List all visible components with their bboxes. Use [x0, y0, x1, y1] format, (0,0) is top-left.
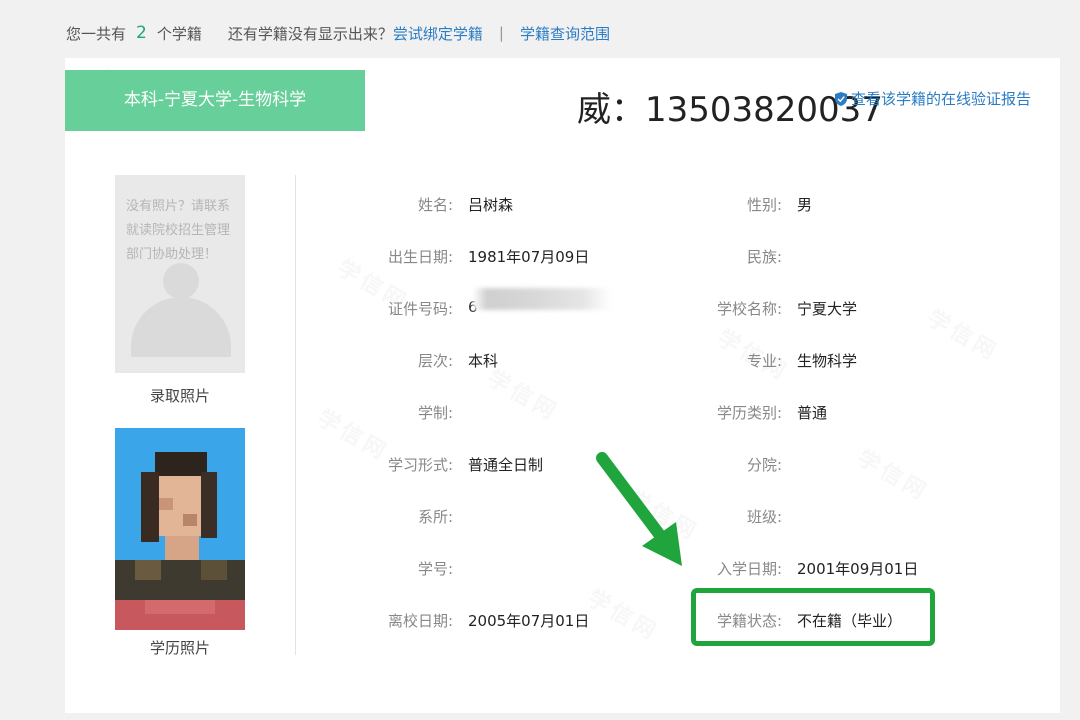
record-count-bar: 您一共有 2 个学籍 还有学籍没有显示出来？ 尝试绑定学籍 | 学籍查询范围	[66, 20, 610, 46]
admission-photo-caption: 录取照片	[149, 387, 210, 405]
watermark: 学信网	[922, 305, 1003, 367]
degree-type-value: 普通	[797, 404, 828, 422]
level-label: 层次:	[417, 352, 453, 370]
count-suffix: 个学籍	[156, 24, 202, 43]
name-value: 吕树森	[468, 196, 514, 214]
count-prefix: 您一共有	[66, 24, 127, 43]
major-label: 专业:	[746, 352, 782, 370]
verify-report-label: 查看该学籍的在线验证报告	[851, 90, 1032, 108]
no-photo-hint: 没有照片？请联系就读院校招生管理部门协助处理！	[126, 199, 231, 262]
student-number-label: 学号:	[417, 560, 453, 578]
shield-icon	[835, 91, 847, 106]
school-label: 学校名称:	[716, 300, 782, 318]
watermark: 学信网	[852, 445, 933, 507]
level-value: 本科	[468, 352, 499, 370]
school-value: 宁夏大学	[797, 300, 858, 318]
avatar-placeholder-icon	[163, 263, 199, 299]
id-number-label: 证件号码:	[387, 300, 453, 318]
annotation-arrow-icon	[596, 452, 682, 566]
birth-value: 1981年07月09日	[468, 248, 590, 266]
leave-date-label: 离校日期:	[387, 612, 453, 630]
record-card: 学信网 学信网 学信网 学信网 学信网 学信网 学信网 学信网 学信网 学信网 …	[65, 58, 1060, 713]
admission-photo-placeholder: 没有照片？请联系就读院校招生管理部门协助处理！	[115, 175, 245, 373]
watermark: 学信网	[582, 585, 663, 647]
degree-type-label: 学历类别:	[716, 404, 782, 422]
record-tab[interactable]: 本科-宁夏大学-生物科学	[65, 70, 365, 131]
record-count: 2	[136, 23, 147, 43]
missing-records-question: 还有学籍没有显示出来？	[227, 24, 393, 43]
status-highlight-box	[691, 588, 935, 646]
gender-value: 男	[797, 196, 813, 214]
link-separator: |	[498, 24, 504, 42]
study-form-label: 学习形式:	[387, 456, 453, 474]
gender-label: 性别:	[746, 196, 782, 214]
enroll-date-value: 2001年09月01日	[797, 560, 919, 578]
column-divider	[295, 175, 296, 655]
enroll-date-label: 入学日期:	[716, 560, 782, 578]
query-scope-link[interactable]: 学籍查询范围	[520, 23, 610, 44]
duration-label: 学制:	[417, 404, 453, 422]
avatar-placeholder-body	[131, 297, 231, 357]
study-form-value: 普通全日制	[468, 456, 544, 474]
branch-label: 分院:	[746, 456, 782, 474]
redaction-blur	[473, 288, 611, 310]
education-photo-caption: 学历照片	[149, 639, 210, 657]
major-value: 生物科学	[797, 352, 858, 370]
birth-label: 出生日期:	[387, 248, 453, 266]
leave-date-value: 2005年07月01日	[468, 612, 590, 630]
verify-report-link[interactable]: 查看该学籍的在线验证报告	[835, 88, 1031, 109]
department-label: 系所:	[417, 508, 453, 526]
name-label: 姓名:	[417, 196, 453, 214]
ethnicity-label: 民族:	[746, 248, 782, 266]
class-label: 班级:	[746, 508, 782, 526]
bind-record-link[interactable]: 尝试绑定学籍	[393, 23, 483, 44]
education-photo	[115, 428, 245, 630]
